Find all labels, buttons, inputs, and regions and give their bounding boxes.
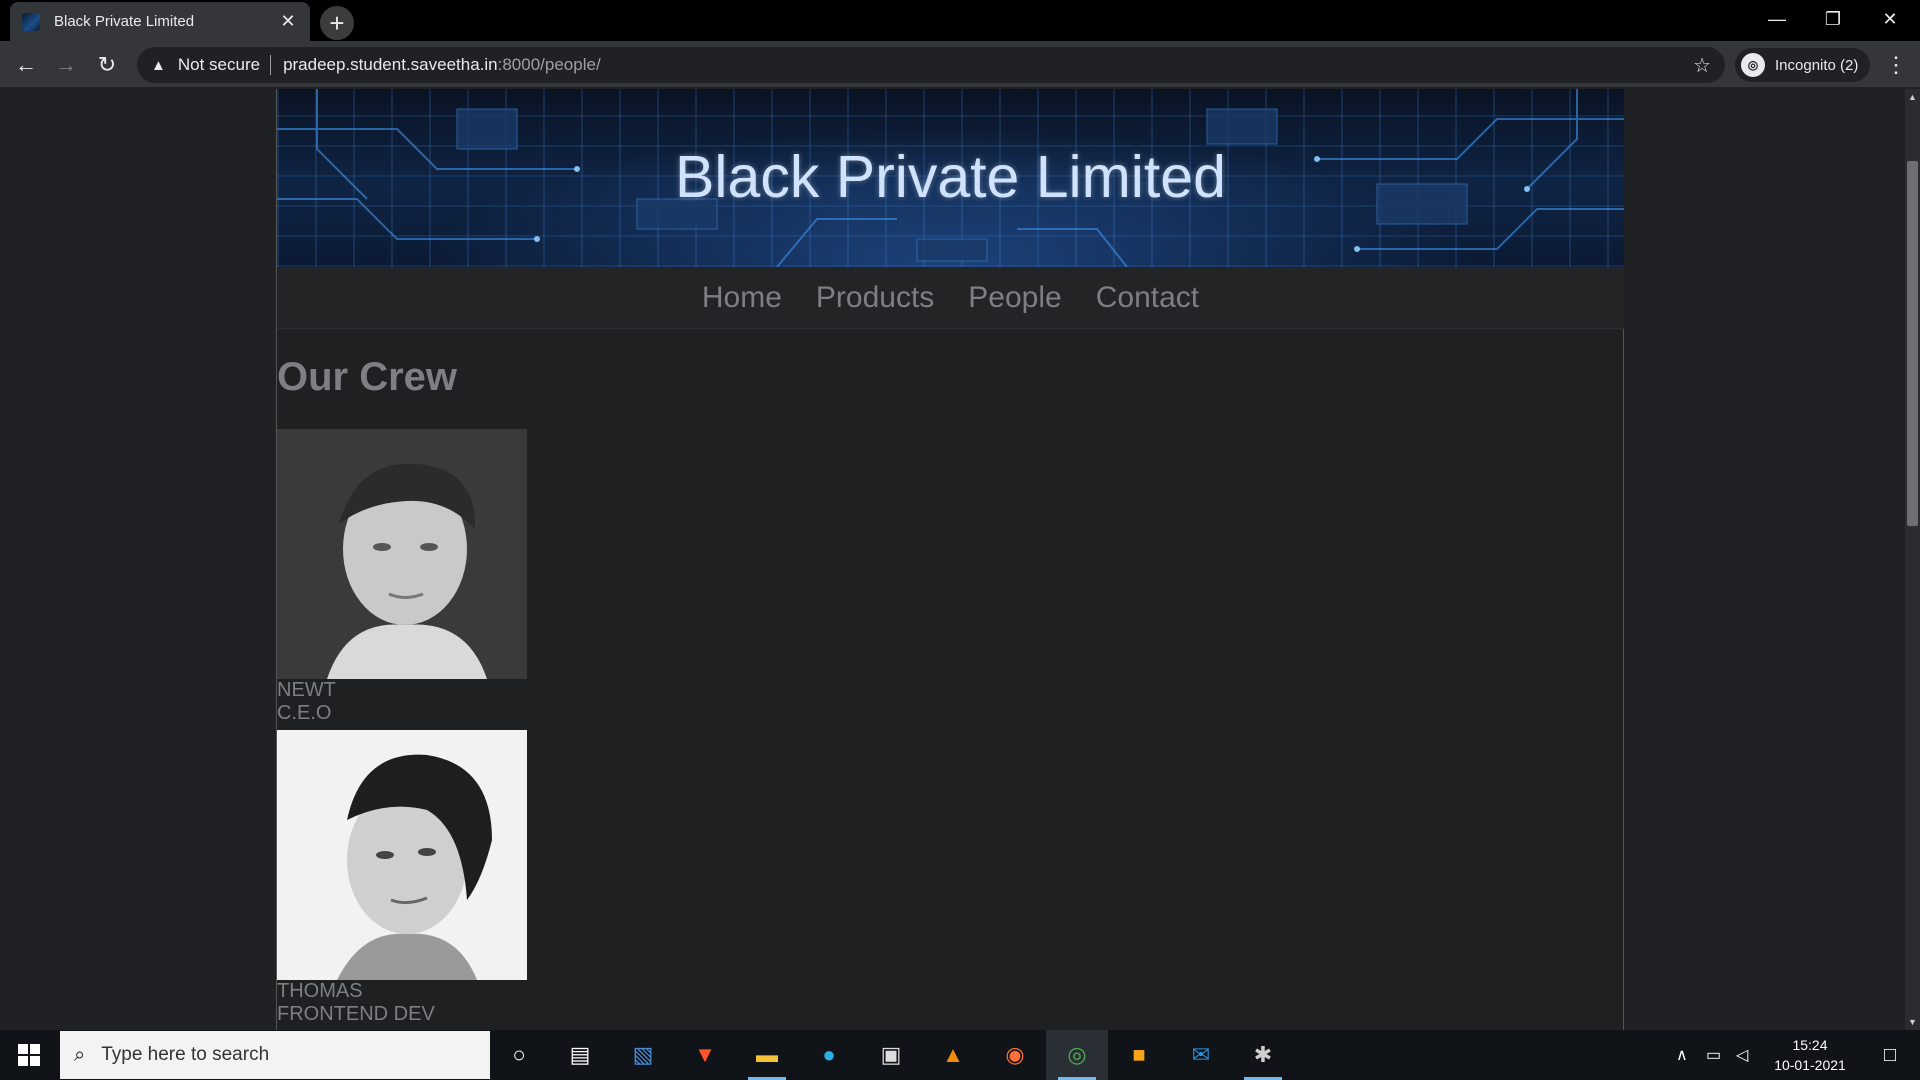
omnibox-divider [270,55,272,75]
incognito-label: Incognito (2) [1775,56,1859,74]
security-label[interactable]: Not secure [178,55,260,75]
nav-link-people[interactable]: People [968,281,1061,315]
tab-close-icon[interactable]: ✕ [278,11,298,32]
taskbar-search-box[interactable]: ⌕ Type here to search [60,1031,490,1079]
close-window-icon[interactable]: ✕ [1862,0,1918,38]
page-scrollbar[interactable]: ▲ ▼ [1905,89,1920,1030]
restore-icon[interactable]: ❐ [1805,0,1861,38]
search-icon: ⌕ [74,1043,86,1066]
page-container: Black Private Limited Home Products Peop… [276,89,1624,1030]
scroll-up-arrow-icon[interactable]: ▲ [1905,89,1920,105]
scroll-down-arrow-icon[interactable]: ▼ [1905,1014,1920,1030]
minimize-icon[interactable]: — [1749,0,1805,38]
nav-link-home[interactable]: Home [702,281,782,315]
back-arrow-icon[interactable]: ← [8,47,44,83]
battery-icon[interactable]: ▭ [1706,1030,1721,1080]
member-role: FRONTEND DEV [277,1003,435,1025]
main-nav: Home Products People Contact [277,267,1624,329]
mail-icon[interactable]: ✉ [1170,1030,1232,1080]
crew-member-card: NEWT C.E.O [277,429,527,725]
paint-icon[interactable]: ✱ [1232,1030,1294,1080]
member-photo [277,429,527,679]
chrome-icon[interactable]: ◎ [1046,1030,1108,1080]
tray-overflow-chevron-icon[interactable]: ∧ [1676,1030,1688,1080]
member-photo [277,730,527,980]
nav-link-contact[interactable]: Contact [1096,281,1199,315]
member-name: THOMAS [277,980,363,1002]
browser-tab[interactable]: Black Private Limited ✕ [10,2,310,41]
address-bar[interactable]: ▲ Not secure pradeep.student.saveetha.in… [137,47,1725,83]
notifications-icon[interactable]: □ [1862,1030,1918,1080]
file-explorer-icon[interactable]: ▬ [736,1030,798,1080]
url-host: pradeep.student.saveetha.in [283,55,498,74]
volume-icon[interactable]: ◁ [1736,1030,1748,1080]
firefox-icon[interactable]: ◉ [984,1030,1046,1080]
tab-title: Black Private Limited [54,13,195,30]
f-app-icon[interactable]: ■ [1108,1030,1170,1080]
clock-date: 10-01-2021 [1774,1057,1846,1073]
member-name: NEWT [277,679,336,701]
start-button[interactable] [0,1030,58,1080]
edge-browser-icon[interactable]: ● [798,1030,860,1080]
forward-arrow-icon[interactable]: → [48,47,84,83]
store-icon[interactable]: ▣ [860,1030,922,1080]
browser-menu-icon[interactable]: ⋮ [1878,47,1914,83]
new-tab-button[interactable]: + [320,6,354,40]
clock-time: 15:24 [1792,1037,1828,1053]
incognito-icon: ◎ [1741,53,1765,77]
windows-taskbar: ⌕ Type here to search ○ ▤ ▧ ▼ ▬ ● ▣ ▲ ◉ … [0,1030,1920,1080]
scroll-thumb[interactable] [1907,161,1918,526]
document-app-icon[interactable]: ▧ [612,1030,674,1080]
site-favicon-icon [22,12,40,31]
section-heading: Our Crew [277,355,458,399]
warning-triangle-icon: ▲ [151,56,166,74]
bookmark-star-icon[interactable]: ☆ [1693,53,1711,78]
title-bar: Black Private Limited ✕ + — ❐ ✕ [0,0,1920,41]
reload-icon[interactable]: ↻ [89,47,125,83]
site-title: Black Private Limited [675,144,1226,210]
incognito-profile-button[interactable]: ◎ Incognito (2) [1735,48,1871,82]
browser-toolbar: ← → ↻ ▲ Not secure pradeep.student.savee… [0,41,1920,88]
search-placeholder: Type here to search [101,1044,270,1065]
vlc-icon[interactable]: ▲ [922,1030,984,1080]
url-path: :8000/people/ [497,55,601,74]
cortana-icon[interactable]: ○ [488,1030,550,1080]
member-role: C.E.O [277,702,332,724]
task-view-icon[interactable]: ▤ [549,1030,611,1080]
windows-logo-icon [18,1044,40,1066]
crew-member-card: THOMAS FRONTEND DEV [277,730,527,1026]
taskbar-clock[interactable]: 15:24 10-01-2021 [1764,1035,1856,1075]
header-banner: Black Private Limited [277,89,1624,267]
nav-link-products[interactable]: Products [816,281,934,315]
page-viewport: Black Private Limited Home Products Peop… [0,89,1905,1030]
brave-browser-icon[interactable]: ▼ [674,1030,736,1080]
